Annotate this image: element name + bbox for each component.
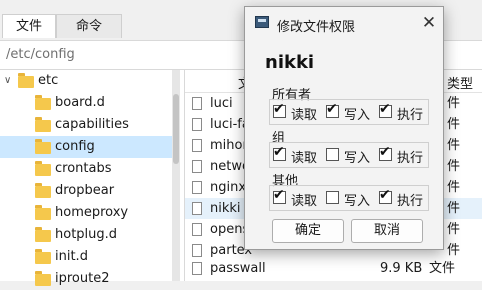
dialog-title: 修改文件权限 [277,20,356,35]
column-header-type[interactable]: 类型 [447,73,473,92]
group-exec-checkbox[interactable] [379,144,392,161]
file-icon [192,244,202,257]
file-type: 件 [447,201,461,216]
tab-commands[interactable]: 命令 [56,14,122,38]
group-write-checkbox[interactable] [326,148,339,161]
file-type: 件 [447,222,461,237]
checkbox-label: 写入 [344,151,371,166]
file-size: 9.9 KB [380,261,423,276]
app-icon [255,16,269,28]
tree-item-init-d[interactable]: init.d [0,246,172,268]
file-icon [192,202,202,215]
tree-item-board-d[interactable]: board.d [0,92,172,114]
permissions-dialog: 修改文件权限 ✕ nikki 所有者 读取 写入 执行 组 读取 写入 执行 其… [244,6,444,250]
checkbox-label: 执行 [397,108,424,123]
folder-icon [35,139,51,154]
tree-item-hotplug-d[interactable]: hotplug.d [0,224,172,246]
tree-item-homeproxy[interactable]: homeproxy [0,202,172,224]
tree-item-config[interactable]: config [0,136,172,158]
folder-icon [35,227,51,242]
file-row[interactable]: passwall 9.9 KB 文件 [185,258,482,279]
file-type: 件 [447,96,461,111]
tab-files[interactable]: 文件 [2,14,56,38]
folder-icon [35,249,51,264]
owner-read-checkbox[interactable] [273,101,286,118]
folder-icon [35,117,51,132]
dialog-filename: nikki [265,52,315,73]
tree-item-label: init.d [55,249,88,264]
other-read-checkbox[interactable] [273,187,286,204]
folder-icon [35,271,51,286]
checkbox-label: 执行 [397,194,424,209]
checkbox-label: 写入 [344,194,371,209]
folder-tree: ∨ etc board.d capabilities config cronta… [0,70,184,286]
tree-item-dropbear[interactable]: dropbear [0,180,172,202]
file-type: 件 [447,117,461,132]
other-exec-checkbox[interactable] [379,187,392,204]
checkbox-label: 写入 [344,108,371,123]
tree-item-crontabs[interactable]: crontabs [0,158,172,180]
tree-item-etc[interactable]: ∨ etc [0,70,172,92]
folder-icon [35,161,51,176]
file-type: 文件 [429,261,456,276]
tree-scrollbar-thumb[interactable] [173,94,179,164]
file-icon [192,118,202,131]
file-type: 件 [447,138,461,153]
file-name: nikki [210,201,241,216]
file-name: luci [210,96,233,111]
tree-item-label: capabilities [55,117,129,132]
tree-item-capabilities[interactable]: capabilities [0,114,172,136]
tree-item-iproute2[interactable]: iproute2 [0,268,172,290]
other-write-checkbox[interactable] [326,191,339,204]
checkbox-label: 读取 [291,194,318,209]
tree-item-label: homeproxy [55,205,129,220]
owner-write-checkbox[interactable] [326,101,339,118]
file-name: passwall [210,261,266,276]
ok-button[interactable]: 确定 [272,219,344,243]
tree-item-label: iproute2 [55,271,110,286]
chevron-down-icon[interactable]: ∨ [4,70,11,92]
checkbox-label: 读取 [291,108,318,123]
file-name: nginx [210,180,247,195]
file-name: mihor [210,138,248,153]
group-read-checkbox[interactable] [273,144,286,161]
folder-icon [35,183,51,198]
folder-icon [35,95,51,110]
file-type: 件 [447,159,461,174]
path-text: /etc/config [6,47,75,62]
folder-icon [18,73,34,88]
file-icon [192,139,202,152]
file-icon [192,160,202,173]
tree-item-label: config [55,139,95,154]
tree-item-label: crontabs [55,161,112,176]
tree-item-label: board.d [55,95,105,110]
tree-item-label: dropbear [55,183,115,198]
file-icon [192,223,202,236]
checkbox-label: 读取 [291,151,318,166]
checkbox-label: 执行 [397,151,424,166]
tree-item-label: hotplug.d [55,227,118,242]
cancel-button[interactable]: 取消 [351,219,423,243]
file-type: 件 [447,180,461,195]
file-icon [192,262,202,275]
folder-icon [35,205,51,220]
file-icon [192,97,202,110]
close-icon[interactable]: ✕ [419,13,439,33]
file-icon [192,181,202,194]
tree-item-label: etc [38,73,59,88]
owner-exec-checkbox[interactable] [379,101,392,118]
